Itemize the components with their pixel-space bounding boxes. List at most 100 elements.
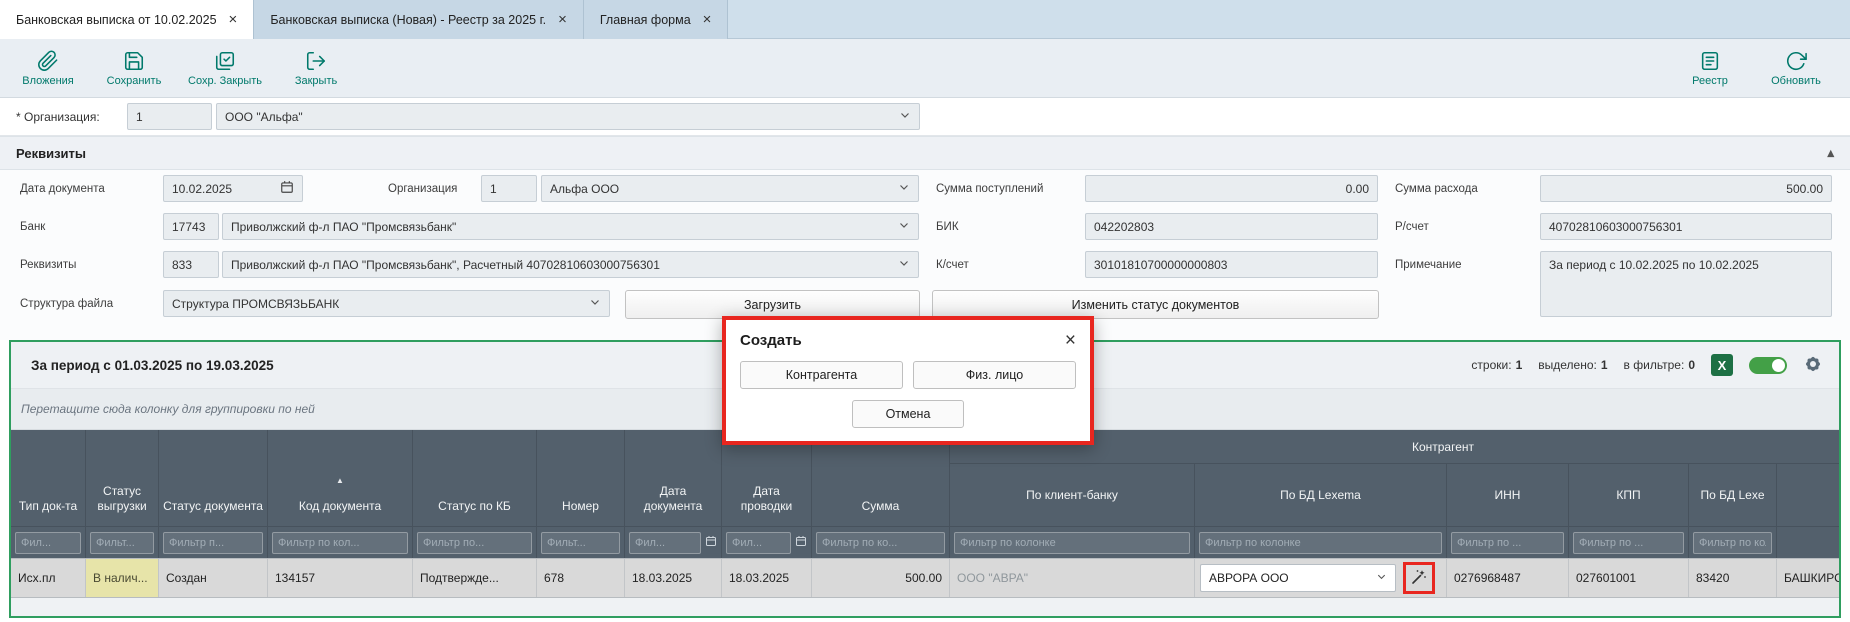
tab-close-icon[interactable]: ×	[703, 12, 712, 27]
filter-input-kpp[interactable]	[1573, 532, 1684, 554]
cell-db-lexema-2[interactable]: 83420	[1689, 559, 1777, 597]
excel-export-icon[interactable]: X	[1711, 354, 1733, 376]
filter-input-amount[interactable]	[816, 532, 945, 554]
corr-account-label: К/счет	[936, 251, 969, 279]
bank-select[interactable]: Приволжский ф-л ПАО "Промсвязьбанк"	[222, 213, 919, 240]
calendar-icon[interactable]	[705, 534, 717, 552]
account-input[interactable]: 40702810603000756301	[1540, 213, 1832, 240]
org-name-select[interactable]: Альфа ООО	[541, 175, 919, 202]
collapse-icon[interactable]: ▴	[1827, 145, 1834, 161]
cell-doc-code[interactable]: 134157	[268, 559, 413, 597]
tab-bank-statement[interactable]: Банковская выписка от 10.02.2025 ×	[0, 0, 254, 39]
header-cell-doc-code[interactable]: ▲Код документа	[268, 430, 413, 526]
dialog-close-icon[interactable]: ×	[1065, 331, 1076, 350]
org-code-input[interactable]: 1	[481, 175, 537, 202]
tab-main-form[interactable]: Главная форма ×	[584, 0, 729, 39]
filter-input-db-lexema-2[interactable]	[1693, 532, 1772, 554]
requisites-select[interactable]: Приволжский ф-л ПАО "Промсвязьбанк", Рас…	[222, 251, 919, 278]
expense-input[interactable]: 500.00	[1540, 175, 1832, 202]
bank-code-input[interactable]: 17743	[163, 213, 219, 240]
cell-amount[interactable]: 500.00	[812, 559, 950, 597]
income-input[interactable]: 0.00	[1085, 175, 1378, 202]
save-close-button[interactable]: Сохр. Закрыть	[188, 50, 262, 87]
tab-label: Главная форма	[600, 13, 691, 27]
header-cell-inn[interactable]: ИНН	[1447, 464, 1569, 526]
load-button[interactable]: Загрузить	[625, 290, 920, 319]
header-cell-kpp[interactable]: КПП	[1569, 464, 1689, 526]
requisites-title: Реквизиты	[16, 146, 86, 161]
filter-input-doc-status[interactable]	[163, 532, 263, 554]
tab-close-icon[interactable]: ×	[229, 12, 238, 27]
filter-input-number[interactable]	[541, 532, 620, 554]
filter-input-kb-status[interactable]	[417, 532, 532, 554]
requisites-header: Реквизиты ▴	[0, 136, 1850, 170]
counterparty-dropdown[interactable]: АВРОРА ООО	[1200, 564, 1396, 592]
filter-input-doc-date[interactable]	[629, 532, 701, 554]
expense-label: Сумма расхода	[1395, 175, 1478, 203]
filter-toggle[interactable]	[1749, 357, 1787, 374]
filter-input-client-bank[interactable]	[954, 532, 1190, 554]
create-contractor-button[interactable]: Контрагента	[740, 361, 903, 389]
filter-input-doc-type[interactable]	[15, 532, 81, 554]
account-label: Р/счет	[1395, 213, 1429, 241]
organization-row: * Организация: 1 ООО "Альфа"	[0, 98, 1850, 136]
refresh-button[interactable]: Обновить	[1764, 50, 1828, 87]
attachments-button[interactable]: Вложения	[16, 50, 80, 87]
toolbar: Вложения Сохранить Сохр. Закрыть Закрыть	[0, 39, 1850, 98]
tab-close-icon[interactable]: ×	[558, 12, 567, 27]
bank-statement-window: Банковская выписка от 10.02.2025 × Банко…	[0, 0, 1850, 622]
doc-date-input[interactable]: 10.02.2025	[163, 175, 303, 202]
filter-input-post-date[interactable]	[726, 532, 791, 554]
header-cell-db-lexema-2[interactable]: По БД Lexe	[1689, 464, 1777, 526]
cell-doc-type[interactable]: Исх.пл	[11, 559, 86, 597]
filter-input-upload-status[interactable]	[90, 532, 154, 554]
chevron-down-icon	[898, 257, 910, 272]
filter-input-doc-code[interactable]	[272, 532, 408, 554]
sort-asc-icon: ▲	[336, 477, 344, 485]
cell-client-bank[interactable]: ООО "АВРА"	[950, 559, 1195, 597]
header-cell-doc-status[interactable]: Статус документа	[159, 430, 268, 526]
period-title: За период с 01.03.2025 по 19.03.2025	[31, 358, 274, 373]
cell-doc-date[interactable]: 18.03.2025	[625, 559, 722, 597]
cell-inn[interactable]: 0276968487	[1447, 559, 1569, 597]
gear-icon[interactable]	[1803, 354, 1823, 377]
organization-code-input[interactable]: 1	[127, 103, 212, 130]
magic-wand-button[interactable]	[1406, 565, 1432, 591]
header-cell-client-bank[interactable]: По клиент-банку	[950, 464, 1195, 526]
header-cell-doc-date[interactable]: Дата документа	[625, 430, 722, 526]
tab-bank-statement-registry[interactable]: Банковская выписка (Новая) - Реестр за 2…	[254, 0, 584, 39]
calendar-icon[interactable]	[795, 534, 807, 552]
file-structure-select[interactable]: Структура ПРОМСВЯЗЬБАНК	[163, 290, 610, 317]
cell-doc-status[interactable]: Создан	[159, 559, 268, 597]
close-button[interactable]: Закрыть	[284, 50, 348, 87]
header-cell-clipped[interactable]	[1777, 464, 1839, 526]
bik-input[interactable]: 042202803	[1085, 213, 1378, 240]
filter-input-db-lexema[interactable]	[1199, 532, 1442, 554]
change-status-button[interactable]: Изменить статус документов	[932, 290, 1379, 319]
cell-post-date[interactable]: 18.03.2025	[722, 559, 812, 597]
header-cell-number[interactable]: Номер	[537, 430, 625, 526]
save-button[interactable]: Сохранить	[102, 50, 166, 87]
header-cell-db-lexema[interactable]: По БД Lexema	[1195, 464, 1447, 526]
cell-clipped[interactable]: БАШКИРСК	[1777, 559, 1839, 597]
registry-button[interactable]: Реестр	[1678, 50, 1742, 87]
calendar-icon[interactable]	[280, 180, 294, 197]
header-cell-upload-status[interactable]: Статус выгрузки	[86, 430, 159, 526]
cell-kpp[interactable]: 027601001	[1569, 559, 1689, 597]
cancel-button[interactable]: Отмена	[852, 400, 964, 428]
filter-input-inn[interactable]	[1451, 532, 1564, 554]
cell-kb-status[interactable]: Подтвержде...	[413, 559, 537, 597]
cell-upload-status[interactable]: В налич...	[86, 559, 159, 597]
table-row[interactable]: Исх.пл В налич... Создан 134157 Подтверж…	[11, 558, 1839, 598]
header-cell-doc-type[interactable]: Тип док-та	[11, 430, 86, 526]
filtered-stat: в фильтре:0	[1624, 358, 1695, 372]
note-label: Примечание	[1395, 251, 1462, 279]
cell-number[interactable]: 678	[537, 559, 625, 597]
close-label: Закрыть	[295, 75, 337, 87]
corr-account-input[interactable]: 30101810700000000803	[1085, 251, 1378, 278]
organization-select[interactable]: ООО "Альфа"	[216, 103, 920, 130]
note-textarea[interactable]: За период с 10.02.2025 по 10.02.2025	[1540, 251, 1832, 317]
create-person-button[interactable]: Физ. лицо	[913, 361, 1076, 389]
header-cell-kb-status[interactable]: Статус по КБ	[413, 430, 537, 526]
requisites-code-input[interactable]: 833	[163, 251, 219, 278]
